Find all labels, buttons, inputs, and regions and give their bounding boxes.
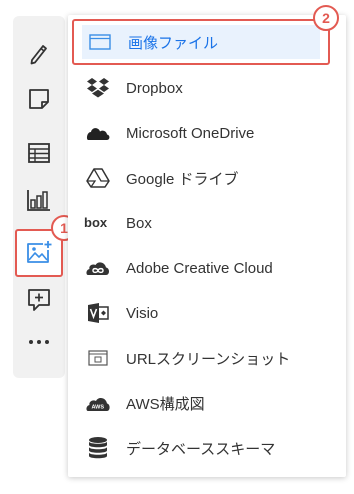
svg-text:AWS: AWS [92,405,105,411]
menu-item-label: データベーススキーマ [126,440,276,458]
menu-item-box[interactable]: box Box [80,203,330,243]
sticky-note-icon [27,87,51,111]
box-icon: box [84,209,112,237]
table-tool-button[interactable] [25,139,53,167]
menu-item-image-file[interactable]: 画像ファイル [72,19,330,65]
sticky-note-tool-button[interactable] [25,85,53,113]
menu-item-database-schema[interactable]: データベーススキーマ [80,428,330,468]
menu-item-visio[interactable]: Visio [80,293,330,333]
svg-text:box: box [84,215,108,230]
url-screenshot-icon [84,344,112,372]
menu-item-label: Google ドライブ [126,170,239,188]
chart-icon [26,188,52,212]
creative-cloud-icon [84,254,112,282]
aws-icon: AWS [84,389,112,417]
menu-item-label: Visio [126,304,159,322]
menu-item-label: Dropbox [126,79,183,97]
more-icon [28,339,50,345]
menu-item-aws[interactable]: AWS AWS構成図 [80,383,330,423]
comment-tool-button[interactable] [25,287,53,315]
pencil-tool-button[interactable] [25,40,53,68]
dropbox-icon [84,74,112,102]
image-plus-icon [25,240,53,266]
menu-item-label: Box [126,214,152,232]
onedrive-icon [84,119,112,147]
visio-icon [84,299,112,327]
left-toolbar [13,16,65,378]
menu-item-onedrive[interactable]: Microsoft OneDrive [80,113,330,153]
menu-item-label: 画像ファイル [128,34,219,52]
more-tools-button[interactable] [25,328,53,356]
menu-item-label: Microsoft OneDrive [126,124,255,142]
comment-plus-icon [27,288,51,314]
callout-badge-2: 2 [313,5,339,31]
menu-item-label: Adobe Creative Cloud [126,259,273,277]
insert-image-screen: 1 画像ファイル Dropbox Microsoft OneDrive Goog… [0,0,354,494]
menu-item-label: AWS構成図 [126,395,205,413]
google-drive-icon [84,164,112,192]
database-icon [84,434,112,462]
menu-item-url-screenshot[interactable]: URLスクリーンショット [80,338,330,378]
menu-item-google-drive[interactable]: Google ドライブ [80,158,330,198]
chart-tool-button[interactable] [25,186,53,214]
image-file-icon [86,28,114,56]
pencil-icon [28,42,50,66]
menu-item-label: URLスクリーンショット [126,350,291,368]
menu-item-creative-cloud[interactable]: Adobe Creative Cloud [80,248,330,288]
insert-menu-panel: 画像ファイル Dropbox Microsoft OneDrive Google… [68,15,346,477]
table-icon [27,142,51,164]
menu-item-dropbox[interactable]: Dropbox [80,68,330,108]
